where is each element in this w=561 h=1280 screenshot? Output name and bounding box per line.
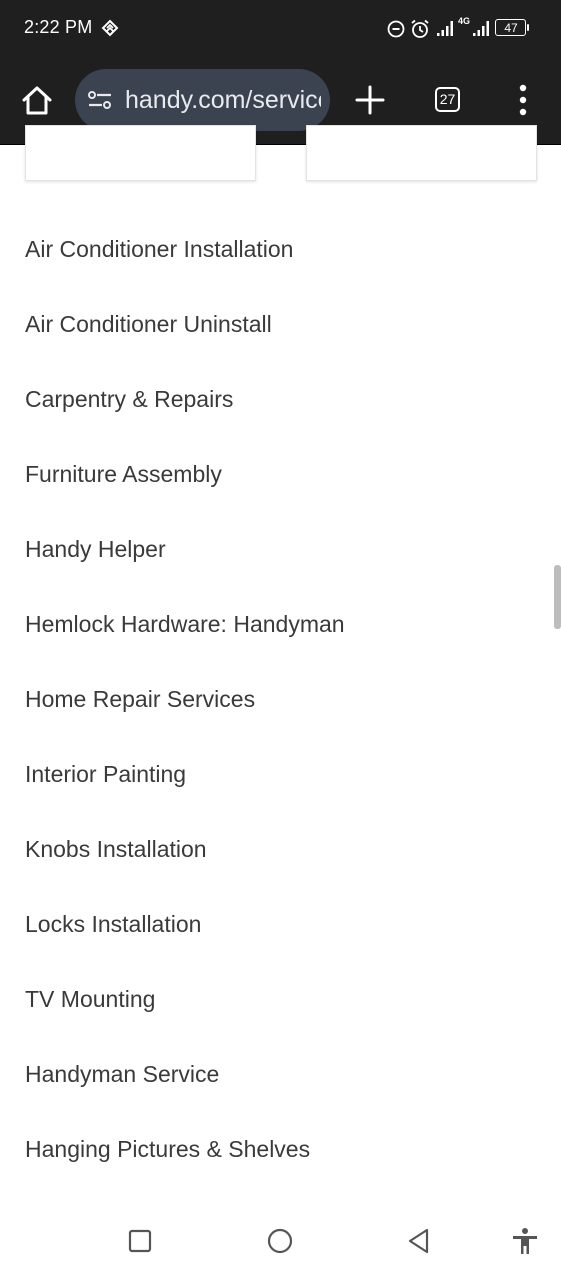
service-link[interactable]: Knobs Installation [25, 829, 207, 869]
tab-switcher-button[interactable]: 27 [435, 87, 460, 112]
address-bar[interactable]: handy.com/services [75, 69, 330, 131]
page-content: Air Conditioner Installation Air Conditi… [0, 125, 561, 1195]
service-link[interactable]: TV Mounting [25, 979, 155, 1019]
plus-icon[interactable] [352, 82, 388, 118]
status-bar: 2:22 PM 4G 47 [0, 0, 561, 56]
scrollbar-thumb[interactable] [554, 565, 561, 629]
signal-icon [437, 21, 453, 36]
service-card[interactable] [306, 125, 537, 181]
accessibility-icon[interactable] [511, 1227, 539, 1255]
service-link[interactable]: Handy Helper [25, 529, 166, 569]
site-settings-icon[interactable] [87, 89, 113, 111]
service-link[interactable]: Home Repair Services [25, 679, 255, 719]
battery-level: 47 [504, 21, 518, 35]
service-link[interactable]: Air Conditioner Uninstall [25, 304, 272, 344]
service-link[interactable]: Interior Painting [25, 754, 186, 794]
service-link[interactable]: Furniture Assembly [25, 454, 222, 494]
system-nav-bar [0, 1195, 561, 1280]
service-link[interactable]: Hanging Pictures & Shelves [25, 1129, 310, 1169]
screen: 2:22 PM 4G 47 handy.com/servic 27 Air Co… [0, 0, 561, 1280]
service-link[interactable]: Carpentry & Repairs [25, 379, 233, 419]
service-link[interactable]: Air Conditioner Installation [25, 229, 293, 269]
service-link[interactable]: Locks Installation [25, 904, 201, 944]
battery-icon: 47 [495, 19, 529, 36]
more-vert-icon[interactable] [510, 83, 536, 117]
alarm-icon [411, 19, 429, 38]
recents-square-icon[interactable] [126, 1227, 154, 1255]
sync-icon [101, 19, 119, 37]
back-triangle-icon[interactable] [404, 1227, 432, 1255]
service-link[interactable]: Hemlock Hardware: Handyman [25, 604, 345, 644]
url-text[interactable]: handy.com/services [125, 85, 321, 115]
status-time: 2:22 PM [24, 17, 93, 37]
service-card[interactable] [25, 125, 256, 181]
service-link[interactable]: Handyman Service [25, 1054, 219, 1094]
network-type-label: 4G [458, 16, 471, 26]
home-circle-icon[interactable] [266, 1227, 294, 1255]
home-icon[interactable] [18, 82, 56, 120]
do-not-disturb-icon [387, 20, 405, 38]
signal-icon [473, 21, 489, 36]
